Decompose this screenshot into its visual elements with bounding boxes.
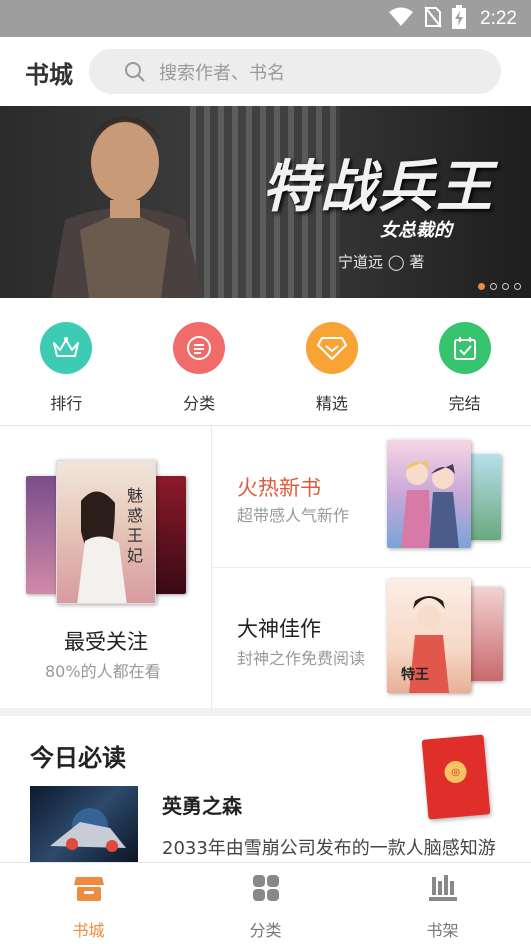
carousel-dot[interactable] (490, 283, 497, 290)
section-divider (0, 708, 531, 716)
book-title[interactable]: 英勇之森 (162, 790, 242, 819)
feature-title: 最受关注 (64, 630, 148, 654)
carousel-dot[interactable] (514, 283, 521, 290)
category-label: 精选 (315, 394, 348, 413)
search-icon (123, 60, 147, 84)
book-cover[interactable] (30, 786, 138, 862)
header: 书城 搜索作者、书名 (0, 37, 531, 106)
today-section: 今日必读 ◎ 英勇之森 2033年由雪崩公司发布的一款人脑感知游 (0, 716, 531, 862)
page-title: 书城 (25, 61, 73, 89)
grid-icon (251, 873, 281, 907)
search-placeholder: 搜索作者、书名 (159, 62, 285, 84)
search-input[interactable]: 搜索作者、书名 (89, 49, 501, 94)
great-works-card[interactable]: 大神佳作 封神之作免费阅读 特王 (213, 569, 531, 708)
bottom-nav: 书城 分类 书架 (0, 862, 531, 944)
carousel-dot[interactable] (502, 283, 509, 290)
feature-title: 大神佳作 (237, 617, 321, 641)
crown-icon (40, 322, 93, 374)
book-description: 2033年由雪崩公司发布的一款人脑感知游 (162, 838, 496, 859)
svg-text:王: 王 (127, 526, 143, 545)
wifi-icon (388, 7, 414, 31)
feature-subtitle: 80%的人都在看 (45, 662, 161, 681)
category-shortcuts: 排行 分类 精选 完结 (0, 298, 531, 423)
book-cover (467, 587, 503, 681)
banner-title: 特战兵王 (262, 155, 494, 220)
category-completed[interactable]: 完结 (398, 298, 531, 423)
no-sim-icon (424, 5, 442, 32)
most-followed-card[interactable]: 魅惑王妃 最受关注 80%的人都在看 (0, 426, 212, 708)
nav-label: 书城 (72, 921, 105, 940)
status-icons: 2:22 (388, 0, 517, 37)
feature-title: 火热新书 (237, 476, 321, 500)
hot-new-card[interactable]: 火热新书 超带感人气新作 (213, 426, 531, 568)
bookshelf-icon (428, 873, 458, 907)
store-icon (73, 873, 105, 907)
feature-subtitle: 封神之作免费阅读 (237, 649, 366, 668)
diamond-icon (305, 322, 358, 374)
banner-carousel[interactable]: 特战兵王 女总裁的 宁道远 ◯ 著 (0, 106, 531, 298)
feature-subtitle: 超带感人气新作 (237, 506, 350, 525)
feature-grid: 魅惑王妃 最受关注 80%的人都在看 火热新书 超带感人气新作 大神佳作 封神之… (0, 426, 531, 708)
svg-text:妃: 妃 (127, 546, 143, 565)
category-classify[interactable]: 分类 (133, 298, 266, 423)
carousel-dot[interactable] (478, 283, 485, 290)
svg-text:惑: 惑 (127, 506, 143, 525)
svg-text:特王: 特王 (401, 666, 429, 683)
nav-label: 分类 (249, 921, 282, 940)
banner-author: 宁道远 ◯ 著 (338, 253, 425, 271)
carousel-indicator (478, 283, 521, 290)
section-title: 今日必读 (30, 744, 126, 772)
category-label: 排行 (50, 394, 83, 413)
category-label: 分类 (183, 394, 216, 413)
nav-item-bookstore[interactable]: 书城 (0, 863, 177, 944)
status-bar: 2:22 (0, 0, 531, 37)
book-cover: 特王 (387, 579, 471, 693)
red-packet-icon[interactable]: ◎ (421, 734, 491, 820)
category-ranking[interactable]: 排行 (0, 298, 133, 423)
category-label: 完结 (448, 394, 481, 413)
nav-item-bookshelf[interactable]: 书架 (354, 863, 531, 944)
calendar-check-icon (438, 322, 491, 374)
book-cover: 魅惑王妃 (56, 460, 156, 604)
list-icon (173, 322, 226, 374)
battery-charging-icon (452, 4, 467, 33)
book-cover (387, 440, 471, 548)
banner-hero-image (51, 116, 204, 298)
category-featured[interactable]: 精选 (266, 298, 399, 423)
coin-icon: ◎ (443, 760, 468, 784)
status-time: 2:22 (480, 7, 517, 29)
banner-subtitle: 女总裁的 (380, 220, 452, 241)
svg-text:魅: 魅 (127, 486, 143, 505)
nav-label: 书架 (426, 921, 459, 940)
nav-item-category[interactable]: 分类 (177, 863, 354, 944)
